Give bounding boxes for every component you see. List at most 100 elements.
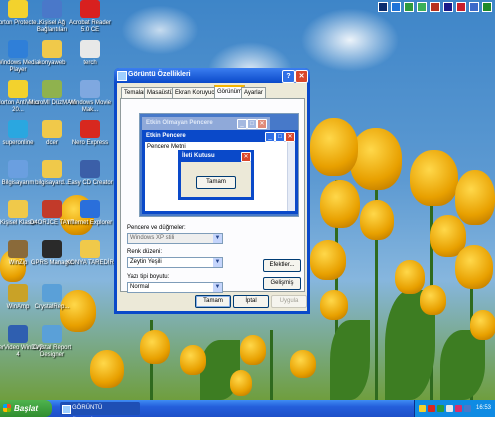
tulip-flower — [180, 345, 206, 375]
toolbar-app-icon[interactable] — [430, 2, 440, 12]
help-button[interactable]: ? — [282, 70, 295, 83]
tray-app-icon[interactable] — [464, 405, 471, 412]
toolbar-app-icon[interactable] — [417, 2, 427, 12]
tulip-flower — [350, 128, 402, 190]
display-icon — [117, 71, 127, 81]
norton-icon — [8, 0, 28, 18]
tulip-flower — [410, 150, 458, 206]
effects-button[interactable]: Efektler... — [263, 259, 301, 272]
tulip-flower — [320, 290, 348, 320]
appearance-tab-pane: Etkin Olmayan Pencere _ □ ✕ Etkin Pencer… — [120, 98, 305, 293]
folder-icon — [42, 160, 62, 178]
taskbar-window-button[interactable]: GÖRÜNTÜ ÖZELLİKLE... — [60, 402, 140, 424]
folder-icon — [42, 120, 62, 138]
desktop-icon[interactable]: Acrobat Reader 5.0 CE — [64, 0, 116, 34]
desktop-icon-label: CrystalRep... — [34, 304, 70, 310]
desktop-icon[interactable]: CrystalRep... — [26, 284, 78, 311]
tulip-stem — [270, 330, 273, 400]
tray-app-icon[interactable] — [428, 405, 435, 412]
font-size-select[interactable]: Normal ▼ — [127, 282, 223, 293]
display-icon — [62, 405, 71, 414]
apply-button[interactable]: Uygula — [271, 295, 307, 308]
tulip-flower — [310, 118, 358, 176]
desktop-icon[interactable]: Easy CD Creator — [64, 160, 116, 187]
desktop-icon-label: Acrobat Reader 5.0 CE — [68, 20, 112, 33]
desktop-icon-label: dcer — [46, 140, 58, 146]
folder-icon — [80, 240, 100, 258]
acrobat-icon — [80, 0, 100, 18]
advanced-button[interactable]: Gelişmiş — [263, 277, 301, 290]
tulip-flower — [240, 335, 266, 365]
font-size-label: Yazı tipi boyutu: — [127, 274, 170, 280]
desktop-icon-label: WinZip — [8, 260, 28, 266]
app-icon — [42, 80, 62, 98]
gprs-icon — [42, 240, 62, 258]
toolbar-app-icon[interactable] — [378, 2, 388, 12]
window-title: Görüntü Özellikleri — [128, 71, 191, 78]
crystal-icon — [42, 325, 62, 343]
ok-button[interactable]: Tamam — [195, 295, 231, 308]
toolbar-app-icon[interactable] — [456, 2, 466, 12]
app-icon — [42, 200, 62, 218]
desktop-icon[interactable]: KONYA TAREDİR — [64, 240, 116, 267]
tulip-flower — [470, 310, 495, 340]
close-icon: ✕ — [285, 132, 295, 142]
chevron-down-icon: ▼ — [213, 258, 222, 267]
preview-message-body: Tamam — [181, 162, 251, 197]
movie-icon — [80, 80, 100, 98]
window-client-area: Temalar Masaüstü Ekran Koruyucu Görünüm … — [117, 83, 307, 311]
windows-logo-icon — [3, 404, 11, 412]
toolbar-app-icon[interactable] — [404, 2, 414, 12]
windows-buttons-label: Pencere ve düğmeler: — [127, 225, 186, 231]
desktop-icon[interactable]: Crystal Report Designer — [26, 325, 78, 359]
cancel-button[interactable]: İptal — [233, 295, 269, 308]
chevron-down-icon: ▼ — [213, 283, 222, 292]
maximize-icon: □ — [247, 119, 257, 129]
toolbar-app-icon[interactable] — [391, 2, 401, 12]
tulip-flower — [90, 350, 124, 388]
toolbar-app-icon[interactable] — [443, 2, 453, 12]
tulip-flower — [395, 260, 425, 294]
tulip-flower — [290, 350, 316, 378]
desktop-icon-label: Internet Explorer — [67, 220, 113, 226]
desktop-icon-label: Windows Movie Mak... — [68, 100, 111, 113]
document-icon — [80, 40, 100, 58]
system-tray: 16:53 — [414, 400, 495, 417]
maximize-icon: □ — [275, 132, 285, 142]
network-icon — [42, 0, 62, 18]
tulip-flower — [455, 245, 493, 289]
clock: 16:53 — [475, 405, 491, 411]
tulip-flower — [140, 330, 170, 364]
winzip-icon — [8, 240, 28, 258]
tulip-flower — [230, 370, 252, 396]
norton-tray-icon[interactable] — [419, 405, 426, 412]
tab-settings[interactable]: Ayarlar — [241, 87, 266, 98]
preview-scrollbar — [287, 142, 295, 211]
minimize-icon: _ — [237, 119, 247, 129]
window-titlebar[interactable]: Görüntü Özellikleri ? ✕ — [114, 68, 310, 83]
minimize-icon: _ — [265, 132, 275, 142]
close-icon: ✕ — [241, 152, 251, 162]
color-scheme-select[interactable]: Zeytin Yeşili ▼ — [127, 257, 223, 268]
start-button[interactable]: Başlat — [0, 400, 52, 417]
desktop-icon[interactable]: terch — [64, 40, 116, 67]
tulip-flower — [320, 180, 360, 228]
toolbar-app-icon[interactable] — [482, 2, 492, 12]
tulip-flower — [455, 170, 495, 225]
tray-app-icon[interactable] — [455, 405, 462, 412]
desktop-icon[interactable]: Windows Movie Mak... — [64, 80, 116, 114]
toolbar-app-icon[interactable] — [469, 2, 479, 12]
close-button[interactable]: ✕ — [295, 70, 308, 83]
desktop-icon[interactable]: Nero Express — [64, 120, 116, 147]
tulip-leaf — [330, 320, 370, 400]
desktop-icon-label: Kişisel Ağ Bağlantıları — [36, 20, 68, 33]
display-properties-window: Görüntü Özellikleri ? ✕ Temalar Masaüstü… — [114, 68, 310, 314]
taskbar: Başlat GÖRÜNTÜ ÖZELLİKLE... 16:53 — [0, 400, 495, 424]
nero-icon — [80, 120, 100, 138]
preview-message-box: İleti Kutusu ✕ Tamam — [178, 150, 254, 200]
windows-buttons-select[interactable]: Windows XP stili ▼ — [127, 233, 223, 244]
dvd-icon — [8, 325, 28, 343]
volume-tray-icon[interactable] — [446, 405, 453, 412]
desktop-icon[interactable]: Internet Explorer — [64, 200, 116, 227]
network-tray-icon[interactable] — [437, 405, 444, 412]
